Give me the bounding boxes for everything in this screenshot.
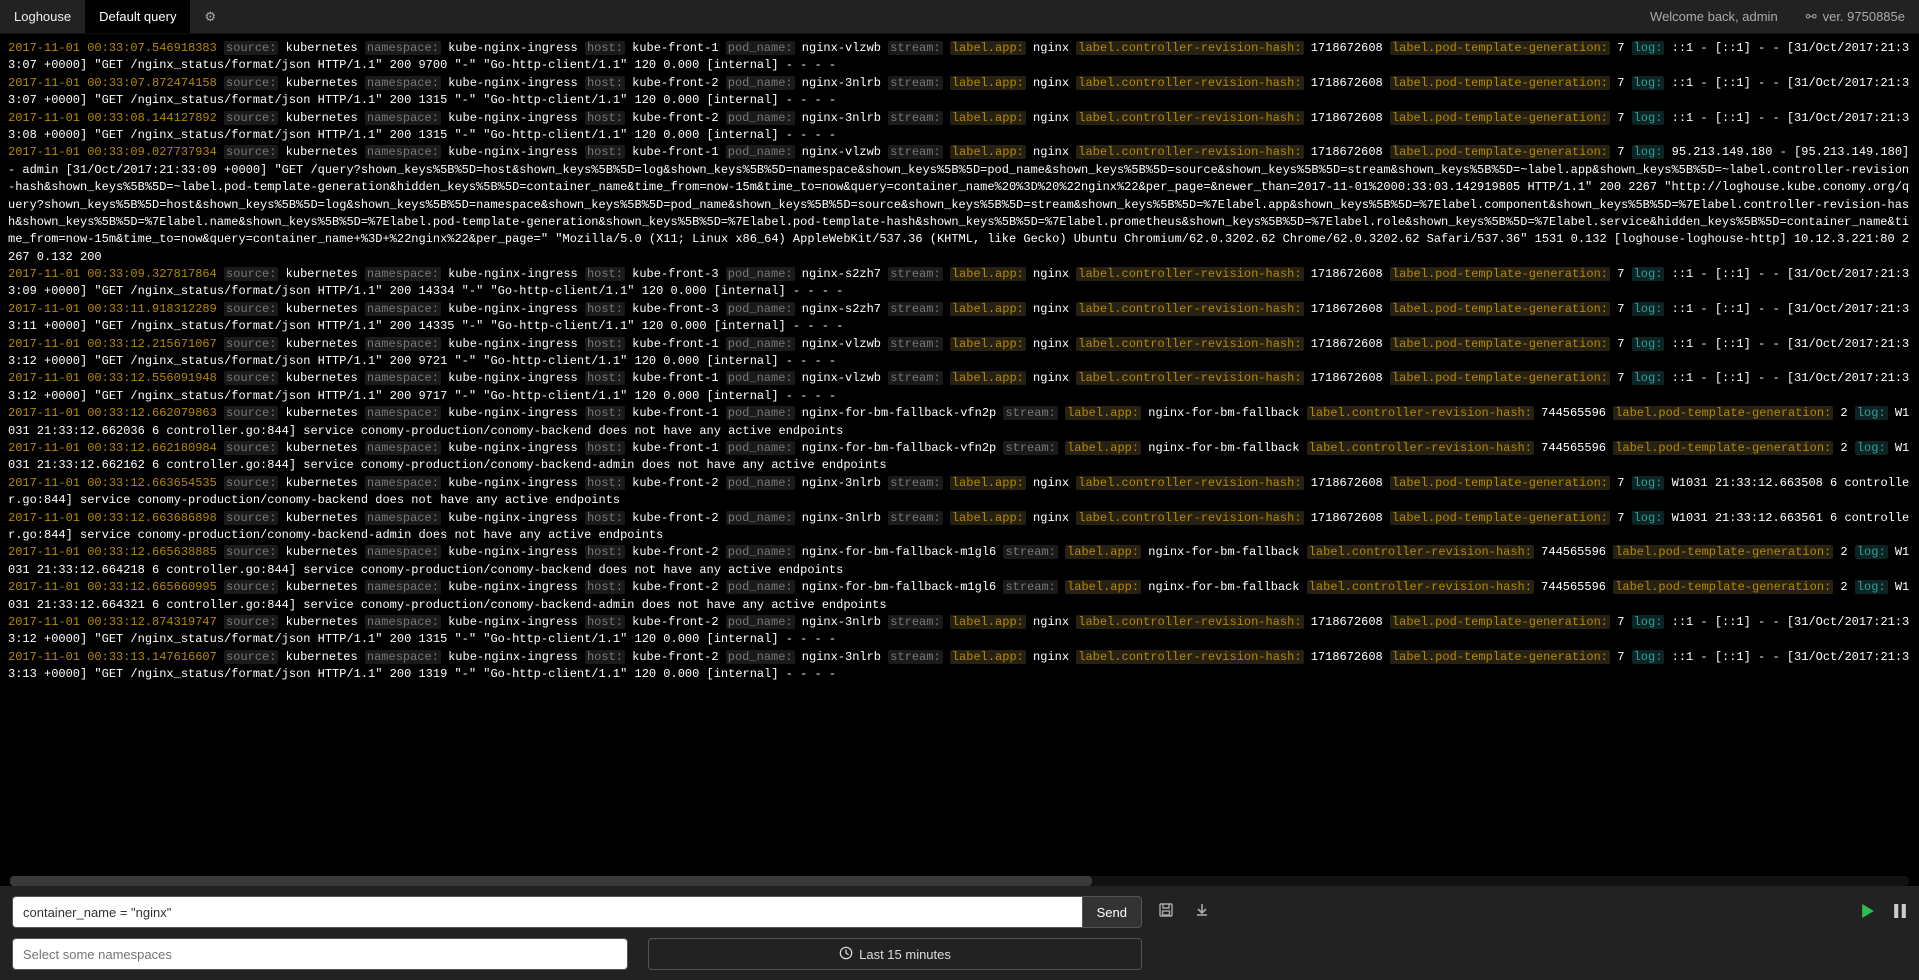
namespace-select[interactable] — [12, 938, 628, 970]
bottom-bar: Send Last 15 minutes — [0, 886, 1919, 980]
log-pane[interactable]: 2017-11-01 00:33:07.546918383 source: ku… — [0, 34, 1919, 876]
gear-icon[interactable]: ⚙ — [190, 0, 230, 33]
log-row: 2017-11-01 00:33:11.918312289 source: ku… — [8, 301, 1911, 336]
log-row: 2017-11-01 00:33:12.663686898 source: ku… — [8, 510, 1911, 545]
log-row: 2017-11-01 00:33:12.662079863 source: ku… — [8, 405, 1911, 440]
version-link[interactable]: ⚯ ver. 9750885e — [1792, 0, 1919, 33]
log-row: 2017-11-01 00:33:12.663654535 source: ku… — [8, 475, 1911, 510]
save-icon[interactable] — [1154, 902, 1178, 923]
branch-icon: ⚯ — [1806, 9, 1817, 25]
log-row: 2017-11-01 00:33:13.147616607 source: ku… — [8, 649, 1911, 684]
play-icon[interactable] — [1861, 904, 1875, 921]
log-row: 2017-11-01 00:33:08.144127892 source: ku… — [8, 110, 1911, 145]
log-row: 2017-11-01 00:33:12.665638885 source: ku… — [8, 544, 1911, 579]
time-range-button[interactable]: Last 15 minutes — [648, 938, 1142, 970]
brand[interactable]: Loghouse — [0, 0, 85, 33]
horizontal-scrollbar[interactable] — [10, 876, 1909, 886]
time-range-label: Last 15 minutes — [859, 947, 951, 962]
log-row: 2017-11-01 00:33:07.872474158 source: ku… — [8, 75, 1911, 110]
log-row: 2017-11-01 00:33:07.546918383 source: ku… — [8, 40, 1911, 75]
log-row: 2017-11-01 00:33:12.215671067 source: ku… — [8, 336, 1911, 371]
log-row: 2017-11-01 00:33:12.556091948 source: ku… — [8, 370, 1911, 405]
welcome-text: Welcome back, admin — [1636, 0, 1792, 33]
query-input[interactable] — [12, 896, 1082, 928]
log-row: 2017-11-01 00:33:12.665660995 source: ku… — [8, 579, 1911, 614]
query-group: Send — [12, 896, 1142, 928]
tab-default-query[interactable]: Default query — [85, 0, 190, 33]
log-row: 2017-11-01 00:33:09.327817864 source: ku… — [8, 266, 1911, 301]
log-row: 2017-11-01 00:33:12.662180984 source: ku… — [8, 440, 1911, 475]
topbar: Loghouse Default query ⚙ Welcome back, a… — [0, 0, 1919, 34]
download-icon[interactable] — [1190, 902, 1214, 923]
log-row: 2017-11-01 00:33:12.874319747 source: ku… — [8, 614, 1911, 649]
version-text: ver. 9750885e — [1823, 9, 1905, 24]
clock-icon — [839, 946, 853, 963]
scrollbar-thumb[interactable] — [10, 876, 1092, 886]
pause-icon[interactable] — [1893, 904, 1907, 921]
log-row: 2017-11-01 00:33:09.027737934 source: ku… — [8, 144, 1911, 266]
send-button[interactable]: Send — [1082, 896, 1142, 928]
